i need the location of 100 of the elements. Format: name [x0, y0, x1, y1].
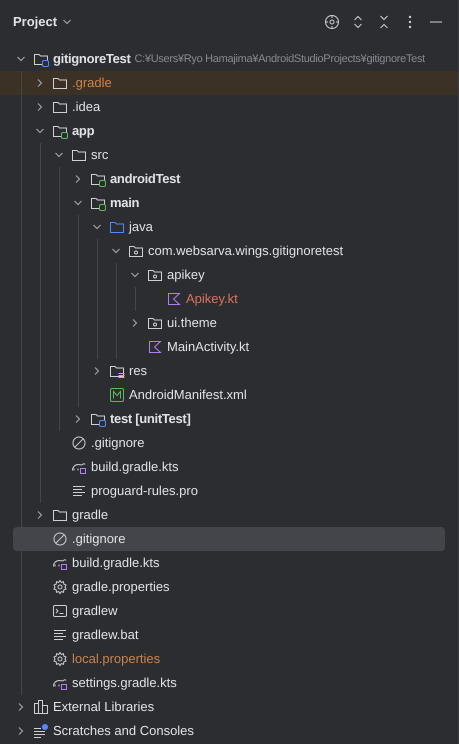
tree-item[interactable]: androidTest — [13, 167, 445, 191]
tree-item[interactable]: main — [13, 191, 445, 215]
tree-item[interactable]: test [unitTest] — [13, 407, 445, 431]
chevron-down-icon — [62, 17, 72, 27]
tree-item[interactable]: .idea — [13, 95, 445, 119]
tree-item[interactable]: .gradle — [13, 71, 445, 95]
tree-item[interactable]: External Libraries — [13, 695, 445, 719]
tree-item[interactable]: gradle.properties — [13, 575, 445, 599]
item-label: .idea — [72, 98, 100, 116]
item-label: gradlew.bat — [72, 626, 138, 644]
item-label: test [unitTest] — [110, 410, 190, 428]
tree-item[interactable]: gradlew.bat — [13, 623, 445, 647]
tree-item[interactable]: build.gradle.kts — [13, 455, 445, 479]
folder-icon — [52, 99, 68, 115]
scratches-icon — [33, 723, 49, 739]
folder-icon — [52, 507, 68, 523]
item-label: gradle.properties — [72, 578, 170, 596]
tree-item[interactable]: apikey — [13, 263, 445, 287]
item-label: .gradle — [72, 74, 112, 92]
chevron-icon[interactable] — [16, 726, 26, 736]
item-label: AndroidManifest.xml — [129, 386, 247, 404]
chevron-icon[interactable] — [35, 126, 45, 136]
tree-item[interactable]: ui.theme — [13, 311, 445, 335]
item-label: gradlew — [72, 602, 118, 620]
ignore-icon — [52, 531, 68, 547]
tree-item[interactable]: MainActivity.kt — [13, 335, 445, 359]
tree-item[interactable]: gradlew — [13, 599, 445, 623]
tree-item[interactable]: java — [13, 215, 445, 239]
tree-item[interactable]: Apikey.kt — [13, 287, 445, 311]
package-icon — [147, 267, 163, 283]
tree-item[interactable]: proguard-rules.pro — [13, 479, 445, 503]
item-label: build.gradle.kts — [91, 458, 178, 476]
item-label: .gitignore — [91, 434, 144, 452]
chevron-icon[interactable] — [73, 174, 83, 184]
tree-item[interactable]: gradle — [13, 503, 445, 527]
crosshair-icon[interactable] — [324, 14, 340, 30]
chevron-icon[interactable] — [35, 78, 45, 88]
text-file-icon — [52, 627, 68, 643]
gear-icon — [52, 579, 68, 595]
text-file-icon — [71, 483, 87, 499]
folder-icon — [71, 147, 87, 163]
chevron-icon[interactable] — [92, 222, 102, 232]
chevron-icon[interactable] — [16, 702, 26, 712]
item-label: res — [129, 362, 148, 380]
item-label: MainActivity.kt — [167, 338, 250, 356]
chevron-icon[interactable] — [111, 246, 121, 256]
module-folder-icon — [33, 51, 49, 67]
chevron-icon[interactable] — [35, 510, 45, 520]
tree-item[interactable]: com.websarva.wings.gitignoretest — [13, 239, 445, 263]
item-label: java — [129, 218, 153, 236]
item-label: src — [91, 146, 108, 164]
library-icon — [33, 699, 49, 715]
item-label: androidTest — [110, 170, 180, 188]
manifest-icon — [109, 387, 125, 403]
item-label: main — [110, 194, 140, 212]
item-label: proguard-rules.pro — [91, 482, 198, 500]
module-folder-icon — [52, 123, 68, 139]
tree-item[interactable]: src — [13, 143, 445, 167]
item-label: .gitignore — [72, 530, 126, 548]
item-label: External Libraries — [53, 698, 154, 716]
package-icon — [128, 243, 144, 259]
item-label: com.websarva.wings.gitignoretest — [148, 242, 344, 260]
item-label: ui.theme — [167, 314, 217, 332]
tree-item[interactable]: settings.gradle.kts — [13, 671, 445, 695]
chevron-icon[interactable] — [35, 102, 45, 112]
item-label: gitignoreTest — [53, 50, 130, 68]
chevron-icon[interactable] — [92, 366, 102, 376]
tree-item[interactable]: res — [13, 359, 445, 383]
folder-icon — [52, 75, 68, 91]
item-label: app — [72, 122, 94, 140]
chevron-icon[interactable] — [130, 318, 140, 328]
chevron-icon[interactable] — [73, 198, 83, 208]
tree-item[interactable]: local.properties — [13, 647, 445, 671]
tree-item[interactable]: Scratches and Consoles — [13, 719, 445, 743]
tree-item[interactable]: AndroidManifest.xml — [13, 383, 445, 407]
chevron-icon[interactable] — [130, 270, 140, 280]
project-view-dropdown[interactable]: Project — [13, 12, 72, 32]
chevron-icon[interactable] — [73, 414, 83, 424]
item-label: apikey — [167, 266, 205, 284]
item-label: gradle — [72, 506, 108, 524]
module-folder-icon — [90, 411, 106, 427]
tree-item[interactable]: gitignoreTest C:¥Users¥Ryo Hamajima¥AndroidStudioProjects¥gitignoreTest — [13, 47, 445, 71]
kotlin-icon — [166, 291, 182, 307]
ignore-icon — [71, 435, 87, 451]
item-label: Scratches and Consoles — [53, 722, 194, 740]
path-hint: C:¥Users¥Ryo Hamajima¥AndroidStudioProjects¥gitignoreTest — [134, 52, 425, 67]
tree-item[interactable]: .gitignore — [13, 527, 445, 551]
module-folder-icon — [90, 195, 106, 211]
tree-item[interactable]: build.gradle.kts — [13, 551, 445, 575]
item-label: build.gradle.kts — [72, 554, 160, 572]
chevron-icon[interactable] — [54, 150, 64, 160]
kotlin-icon — [147, 339, 163, 355]
item-label: local.properties — [72, 650, 160, 668]
item-label: Apikey.kt — [186, 290, 238, 308]
gear-icon — [52, 651, 68, 667]
tree-item[interactable]: app — [13, 119, 445, 143]
tree-item[interactable]: .gitignore — [13, 431, 445, 455]
chevron-icon[interactable] — [16, 54, 26, 64]
terminal-icon — [52, 603, 68, 619]
source-folder-icon — [109, 219, 125, 235]
